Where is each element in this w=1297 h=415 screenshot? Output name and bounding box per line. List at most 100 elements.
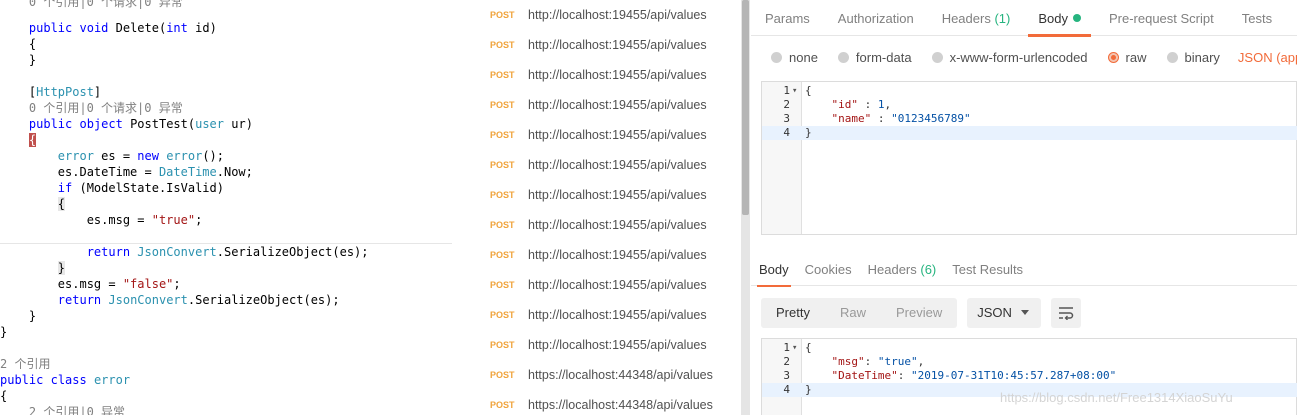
tab-params[interactable]: Params <box>751 0 824 36</box>
tab-headers[interactable]: Headers (1) <box>928 0 1025 36</box>
history-item[interactable]: POST http://localhost:19455/api/values <box>452 60 741 90</box>
code-token: error <box>93 373 131 387</box>
history-scrollbar-thumb[interactable] <box>742 0 749 215</box>
code-token: es.DateTime = <box>0 165 159 179</box>
history-item[interactable]: POST http://localhost:19455/api/values <box>452 0 741 30</box>
editor-line: 1 ▾ { <box>762 341 1297 355</box>
tab-label: Tests <box>1241 11 1273 26</box>
history-item[interactable]: POST http://localhost:19455/api/values <box>452 330 741 360</box>
view-raw-button[interactable]: Raw <box>825 298 881 328</box>
wrap-lines-button[interactable] <box>1051 298 1082 328</box>
history-item[interactable]: POST http://localhost:19455/api/values <box>452 120 741 150</box>
history-url: http://localhost:19455/api/values <box>528 68 707 82</box>
code-token: } <box>805 383 812 396</box>
history-item[interactable]: POST http://localhost:19455/api/values <box>452 240 741 270</box>
editor-text: { <box>805 341 812 355</box>
tab-authorization[interactable]: Authorization <box>824 0 928 36</box>
method-badge: POST <box>490 70 515 80</box>
code-token: "true" <box>151 213 196 227</box>
code-token: "0123456789" <box>891 112 971 125</box>
history-item[interactable]: POST http://localhost:19455/api/values <box>452 270 741 300</box>
code-line: { <box>0 132 37 148</box>
radio-label: binary <box>1184 49 1220 65</box>
method-badge: POST <box>490 160 515 170</box>
content-type-dropdown[interactable]: JSON (appl <box>1238 50 1297 65</box>
code-token: class <box>50 373 87 387</box>
radio-raw[interactable]: raw <box>1107 50 1147 65</box>
view-preview-button[interactable]: Preview <box>881 298 957 328</box>
code-line: } <box>0 52 36 68</box>
radio-circle-icon <box>1166 51 1178 63</box>
code-token: Delete( <box>108 21 167 35</box>
code-line: return JsonConvert.SerializeObject(es); <box>0 244 369 260</box>
tab-tests[interactable]: Tests <box>1228 0 1286 36</box>
response-tab-headers[interactable]: Headers (6) <box>860 252 945 286</box>
radio-circle-icon <box>771 51 782 63</box>
code-token: { <box>28 133 37 147</box>
radio-binary[interactable]: binary <box>1166 49 1220 65</box>
code-line: } <box>0 324 7 340</box>
method-badge: POST <box>490 370 515 380</box>
response-tab-test-results[interactable]: Test Results <box>944 252 1031 286</box>
editor-text: "name" : "0123456789" <box>805 112 971 126</box>
history-url: http://localhost:19455/api/values <box>528 308 707 322</box>
method-badge: POST <box>490 220 515 230</box>
request-body-editor[interactable]: 1 ▾{2 "id" : 1, 3 "name" : "0123456789" 4} <box>761 81 1297 235</box>
view-pretty-button[interactable]: Pretty <box>761 298 825 328</box>
chevron-down-icon <box>1021 310 1030 315</box>
code-token: 1 <box>877 98 885 111</box>
history-item[interactable]: POST https://localhost:44348/api/values <box>452 390 741 415</box>
history-item[interactable]: POST http://localhost:19455/api/values <box>452 90 741 120</box>
code-line: } <box>0 308 36 324</box>
code-token: : <box>858 98 878 111</box>
line-number: 1 <box>783 341 790 354</box>
radio-x-www-form-urlencoded[interactable]: x-www-form-urlencoded <box>931 50 1088 65</box>
code-token: "true" <box>877 355 918 368</box>
code-token: user <box>195 117 225 131</box>
code-token: : <box>897 369 911 382</box>
history-item[interactable]: POST http://localhost:19455/api/values <box>452 150 741 180</box>
history-item[interactable]: POST http://localhost:19455/api/values <box>452 300 741 330</box>
history-url: http://localhost:19455/api/values <box>528 128 707 142</box>
fold-arrow-icon[interactable]: ▾ <box>792 84 797 98</box>
code-token: JsonConvert <box>137 245 217 259</box>
history-url: http://localhost:19455/api/values <box>528 8 707 22</box>
history-url: http://localhost:19455/api/values <box>528 38 707 52</box>
tab-pre-request-script[interactable]: Pre-request Script <box>1095 0 1228 36</box>
history-item[interactable]: POST http://localhost:19455/api/values <box>452 30 741 60</box>
editor-text: } <box>805 383 812 397</box>
code-line: es.DateTime = DateTime.Now; <box>0 164 253 180</box>
fold-arrow-icon[interactable]: ▾ <box>792 341 797 355</box>
code-token: { <box>0 37 37 51</box>
editor-text: "msg": "true", <box>805 355 925 369</box>
radio-none[interactable]: none <box>771 50 818 65</box>
code-editor[interactable]: 0 个引用|0 个请求|0 异常 public void Delete(int … <box>0 0 452 415</box>
tab-body[interactable]: Body <box>1024 0 1095 37</box>
line-number: 2 <box>783 355 790 368</box>
history-url: http://localhost:19455/api/values <box>528 188 707 202</box>
code-token: public <box>0 373 44 387</box>
history-item[interactable]: POST https://localhost:44348/api/values <box>452 360 741 390</box>
format-dropdown[interactable]: JSON <box>967 298 1042 328</box>
history-item[interactable]: POST http://localhost:19455/api/values <box>452 210 741 240</box>
history-url: http://localhost:19455/api/values <box>528 248 707 262</box>
code-line: 0 个引用|0 个请求|0 异常 <box>0 0 183 10</box>
code-line: public void Delete(int id) <box>0 20 217 36</box>
history-url: http://localhost:19455/api/values <box>528 218 707 232</box>
line-number: 4 <box>783 126 790 139</box>
code-token: es.msg = <box>0 213 152 227</box>
history-url: https://localhost:44348/api/values <box>528 368 713 382</box>
radio-form-data[interactable]: form-data <box>837 50 912 65</box>
response-tab-body[interactable]: Body <box>751 252 797 287</box>
history-item[interactable]: POST http://localhost:19455/api/values <box>452 180 741 210</box>
response-tab-cookies[interactable]: Cookies <box>797 252 860 286</box>
